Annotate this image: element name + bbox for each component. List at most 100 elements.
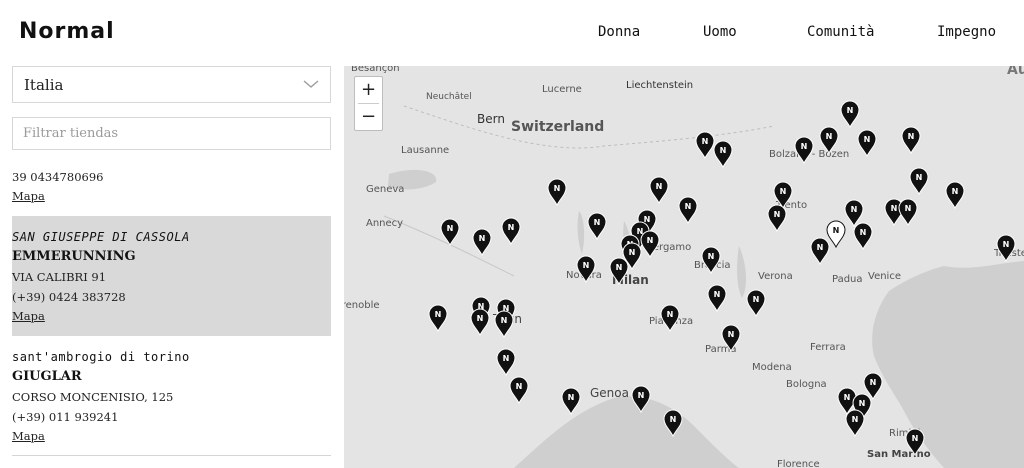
store-city: SAN GIUSEPPE DI CASSOLA — [12, 230, 190, 244]
svg-text:N: N — [908, 132, 915, 141]
store-pin-icon[interactable]: N — [631, 385, 651, 413]
store-pin-icon[interactable]: N — [547, 178, 567, 206]
svg-text:N: N — [638, 391, 645, 400]
svg-text:N: N — [852, 415, 859, 424]
store-pin-icon[interactable]: N — [767, 204, 787, 232]
store-map-link[interactable]: Mapa — [12, 189, 45, 203]
store-pin-icon[interactable]: N — [496, 348, 516, 376]
store-name: EMMERUNNING — [12, 249, 136, 264]
store-phone: (+39) 0424 383728 — [12, 290, 126, 304]
store-pin-icon[interactable]: N — [707, 284, 727, 312]
store-pin-icon[interactable]: N — [663, 409, 683, 437]
map-label: Au — [1007, 66, 1024, 78]
list-divider — [12, 455, 331, 456]
country-select[interactable]: Italia — [12, 66, 331, 103]
store-pin-icon[interactable]: N — [853, 222, 873, 250]
store-address: CORSO MONCENISIO, 125 — [12, 390, 174, 404]
store-pin-icon[interactable]: N — [561, 387, 581, 415]
store-pin-icon[interactable]: N — [746, 289, 766, 317]
svg-text:N: N — [847, 106, 854, 115]
svg-text:N: N — [728, 330, 735, 339]
store-item[interactable]: SAN GIUSEPPE DI CASSOLA EMMERUNNING VIA … — [12, 216, 331, 336]
store-phone: (+39) 011 939241 — [12, 410, 119, 424]
zoom-in-button[interactable]: + — [355, 77, 382, 103]
map-label: Modena — [752, 362, 792, 373]
svg-text:N: N — [860, 228, 867, 237]
store-pin-icon[interactable]: N — [701, 246, 721, 274]
svg-text:N: N — [912, 434, 919, 443]
store-map[interactable]: Besançon Neuchâtel Bern Lucerne Liechten… — [344, 66, 1024, 468]
store-pin-icon[interactable]: N — [587, 212, 607, 240]
map-label: Liechtenstein — [626, 80, 694, 91]
svg-text:N: N — [833, 226, 840, 235]
store-pin-icon[interactable]: N — [640, 230, 660, 258]
svg-text:N: N — [844, 393, 851, 402]
store-pin-icon[interactable]: N — [470, 308, 490, 336]
nav-impegno[interactable]: Impegno — [937, 24, 996, 40]
svg-text:N: N — [477, 314, 484, 323]
store-pin-icon[interactable]: N — [428, 304, 448, 332]
svg-text:N: N — [1003, 240, 1010, 249]
svg-text:N: N — [616, 263, 623, 272]
map-label: Besançon — [351, 66, 400, 74]
store-pin-icon[interactable]: N — [440, 218, 460, 246]
store-pin-icon[interactable]: N — [509, 376, 529, 404]
map-label: Bologna — [786, 379, 827, 390]
store-pin-icon[interactable]: N — [905, 428, 925, 456]
store-map-link[interactable]: Mapa — [12, 429, 45, 443]
svg-text:N: N — [859, 399, 866, 408]
store-name: GIUGLAR — [12, 369, 82, 384]
store-item[interactable]: sant'ambrogio di torino GIUGLAR CORSO MO… — [12, 336, 331, 454]
store-pin-icon[interactable]: N — [501, 217, 521, 245]
filter-stores-input[interactable] — [12, 117, 331, 150]
map-label: Genoa — [590, 386, 629, 400]
svg-text:N: N — [503, 354, 510, 363]
store-pin-icon[interactable]: N — [721, 324, 741, 352]
store-pin-icon[interactable]: N — [840, 100, 860, 128]
store-pin-icon[interactable]: N — [660, 304, 680, 332]
store-pin-icon[interactable]: N — [472, 228, 492, 256]
svg-text:N: N — [905, 204, 912, 213]
store-pin-icon[interactable]: N — [609, 257, 629, 285]
svg-text:N: N — [629, 248, 636, 257]
svg-text:N: N — [753, 295, 760, 304]
nav-comunita[interactable]: Comunità — [807, 24, 874, 40]
store-pin-icon[interactable]: N — [695, 131, 715, 159]
store-sidebar: Italia 39 0434780696 Mapa SAN GIUSEPPE D… — [0, 66, 344, 468]
map-label: Verona — [758, 271, 793, 282]
store-map-link[interactable]: Mapa — [12, 309, 45, 323]
svg-text:N: N — [702, 137, 709, 146]
store-pin-icon[interactable]: N — [794, 136, 814, 164]
store-pin-icon[interactable]: N — [996, 234, 1016, 262]
store-pin-icon[interactable]: N — [819, 126, 839, 154]
brand-logo[interactable]: Normal — [19, 19, 115, 44]
svg-text:N: N — [594, 218, 601, 227]
nav-uomo[interactable]: Uomo — [703, 24, 737, 40]
zoom-out-button[interactable]: − — [355, 104, 382, 130]
nav-donna[interactable]: Donna — [598, 24, 640, 40]
svg-text:N: N — [826, 132, 833, 141]
store-pin-icon[interactable]: N — [945, 181, 965, 209]
svg-text:N: N — [720, 146, 727, 155]
map-label: Geneva — [366, 184, 405, 195]
store-pin-icon[interactable]: N — [826, 220, 846, 248]
svg-text:N: N — [952, 187, 959, 196]
svg-text:N: N — [516, 382, 523, 391]
svg-text:N: N — [667, 310, 674, 319]
store-pin-icon[interactable]: N — [845, 409, 865, 437]
svg-text:N: N — [583, 261, 590, 270]
store-city: sant'ambrogio di torino — [12, 350, 190, 364]
map-terrain — [383, 105, 1024, 468]
store-pin-icon[interactable]: N — [909, 167, 929, 195]
store-pin-icon[interactable]: N — [494, 310, 514, 338]
map-label: Lucerne — [542, 84, 582, 95]
svg-text:N: N — [774, 210, 781, 219]
store-pin-icon[interactable]: N — [576, 255, 596, 283]
store-pin-icon[interactable]: N — [857, 129, 877, 157]
store-pin-icon[interactable]: N — [898, 198, 918, 226]
store-pin-icon[interactable]: N — [901, 126, 921, 154]
store-pin-icon[interactable]: N — [649, 176, 669, 204]
store-pin-icon[interactable]: N — [713, 140, 733, 168]
store-pin-icon[interactable]: N — [678, 196, 698, 224]
svg-text:N: N — [435, 310, 442, 319]
